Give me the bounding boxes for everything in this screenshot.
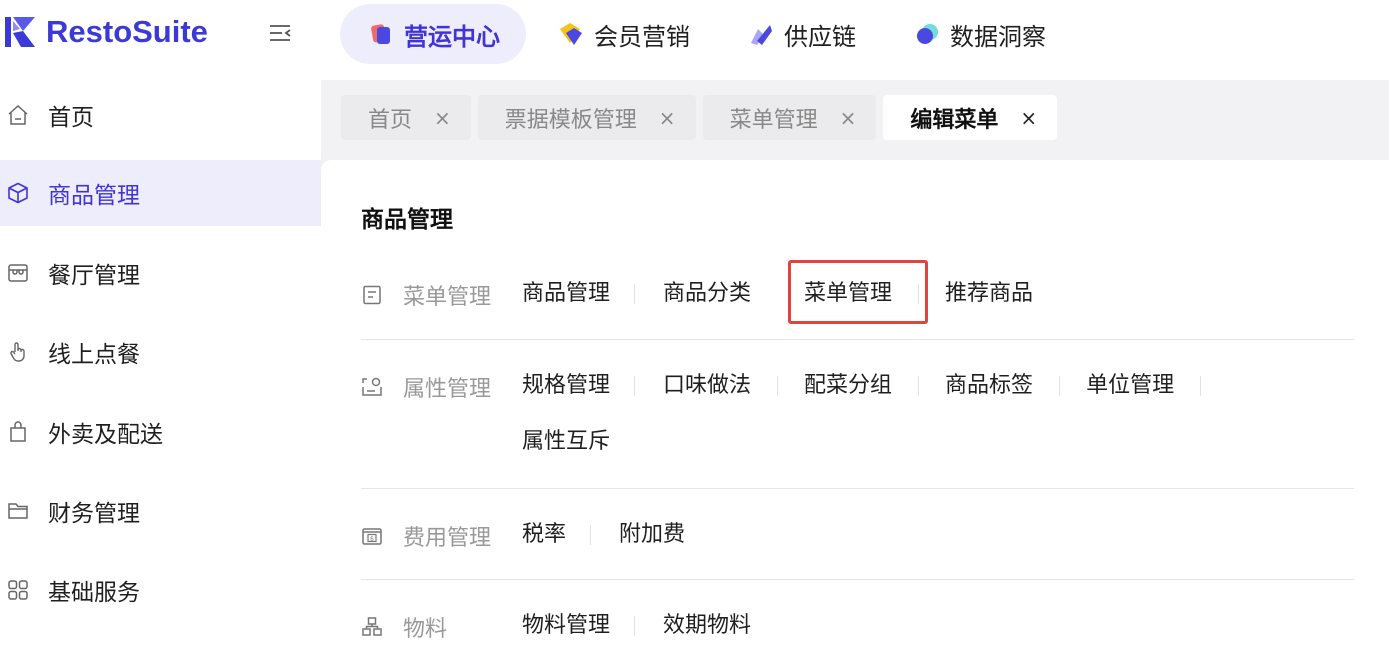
group-links: 税率 附加费	[522, 520, 1322, 550]
link-product-management[interactable]: 商品管理	[522, 279, 610, 309]
sidebar-item-label: 财务管理	[48, 501, 140, 527]
link-unit-management[interactable]: 单位管理	[1086, 371, 1174, 401]
group-head: 属性管理	[361, 371, 491, 403]
attribute-icon	[362, 377, 382, 396]
sidebar-item-label: 外卖及配送	[48, 422, 163, 448]
supply-chain-icon	[751, 25, 772, 45]
sidebar-item-home[interactable]: 首页	[0, 82, 321, 148]
sidebar-item-basic-services[interactable]: 基础服务	[0, 557, 321, 623]
group-links: 商品管理 商品分类 菜单管理 推荐商品	[522, 279, 1322, 309]
tab-label: 编辑菜单	[910, 107, 999, 133]
group-materials: 物料 物料管理 效期物料	[361, 611, 1354, 651]
topnav-data-insight[interactable]: 数据洞察	[886, 4, 1072, 64]
top-navigation: 营运中心 会员营销 供应链 数据洞察	[340, 4, 1076, 64]
close-icon[interactable]: ×	[659, 106, 676, 130]
tab-receipt-template[interactable]: 票据模板管理 ×	[477, 95, 696, 140]
tab-home[interactable]: 首页 ×	[341, 95, 471, 140]
link-tax-rate[interactable]: 税率	[522, 520, 566, 550]
divider	[590, 525, 592, 545]
restosuite-logo-icon	[5, 17, 35, 47]
panel-title: 商品管理	[361, 207, 453, 233]
divider	[777, 376, 779, 396]
group-head: 菜单管理	[361, 279, 491, 311]
folder-icon	[8, 503, 28, 519]
tab-menu-management[interactable]: 菜单管理 ×	[702, 95, 877, 140]
group-label: 属性管理	[403, 377, 492, 402]
divider	[634, 616, 636, 636]
grid-icon	[8, 580, 28, 600]
sidebar-item-label: 基础服务	[48, 580, 140, 606]
group-menu-management: 菜单管理 商品管理 商品分类 菜单管理 推荐商品	[361, 260, 1354, 324]
member-marketing-icon	[560, 23, 582, 45]
divider	[918, 376, 920, 396]
page-tabs: 首页 × 票据模板管理 × 菜单管理 × 编辑菜单 ×	[341, 95, 1064, 140]
tab-label: 票据模板管理	[504, 107, 637, 133]
sidebar-collapse-button[interactable]	[268, 22, 294, 44]
close-icon[interactable]: ×	[840, 106, 857, 130]
tab-edit-menu[interactable]: 编辑菜单 ×	[883, 95, 1058, 140]
store-icon	[8, 264, 28, 282]
sidebar-item-finance[interactable]: 财务管理	[0, 478, 321, 544]
svg-text:$: $	[370, 535, 374, 543]
group-head: 物料	[361, 611, 447, 643]
divider	[1059, 376, 1061, 396]
material-icon	[362, 617, 382, 636]
menu-collapse-icon	[270, 25, 291, 41]
link-attribute-exclusion[interactable]: 属性互斥	[522, 427, 1322, 457]
group-fee-management: $ 费用管理 税率 附加费	[361, 520, 1354, 560]
divider	[634, 376, 636, 396]
sidebar-item-label: 首页	[48, 105, 94, 131]
link-menu-management[interactable]: 菜单管理	[804, 279, 892, 309]
link-surcharge[interactable]: 附加费	[619, 520, 685, 550]
brand-name: RestoSuite	[46, 14, 208, 49]
topnav-member-marketing[interactable]: 会员营销	[530, 4, 716, 64]
product-management-panel: 商品管理 菜单管理 商品管理 商品分类 菜单管理 推荐商品 属性管理 规格管理 …	[321, 160, 1389, 642]
top-bar: RestoSuite 营运中心 会员营销 供应链 数据洞察	[0, 0, 1389, 68]
tab-label: 菜单管理	[729, 107, 818, 133]
group-head: $ 费用管理	[361, 520, 491, 552]
group-label: 费用管理	[403, 526, 492, 551]
document-icon	[363, 285, 381, 305]
sidebar-item-label: 餐厅管理	[48, 263, 140, 289]
hand-pointer-icon	[10, 342, 25, 362]
divider	[634, 284, 636, 304]
cube-icon	[8, 182, 28, 204]
close-icon[interactable]: ×	[1020, 106, 1037, 130]
divider	[1200, 376, 1202, 396]
tab-label: 首页	[368, 107, 413, 133]
close-icon[interactable]: ×	[434, 106, 451, 130]
group-label: 物料	[403, 617, 448, 642]
link-side-dish-groups[interactable]: 配菜分组	[804, 371, 892, 401]
operations-icon	[371, 24, 390, 44]
link-recommended-products[interactable]: 推荐商品	[945, 279, 1033, 309]
sidebar-item-restaurant-management[interactable]: 餐厅管理	[0, 240, 321, 306]
topnav-operations[interactable]: 营运中心	[340, 4, 526, 64]
sidebar-item-delivery[interactable]: 外卖及配送	[0, 399, 321, 465]
data-insight-icon	[917, 24, 938, 44]
link-product-category[interactable]: 商品分类	[663, 279, 751, 309]
brand-logo[interactable]: RestoSuite	[4, 14, 208, 50]
link-spec-management[interactable]: 规格管理	[522, 371, 610, 401]
link-product-tags[interactable]: 商品标签	[945, 371, 1033, 401]
link-flavor-methods[interactable]: 口味做法	[663, 371, 751, 401]
divider	[361, 579, 1354, 580]
sidebar-item-online-ordering[interactable]: 线上点餐	[0, 319, 321, 385]
home-icon	[8, 104, 28, 125]
divider	[361, 339, 1354, 340]
sidebar: 首页 商品管理 餐厅管理 线上点餐 外卖及配送 财务管理 基础服务	[0, 68, 321, 637]
divider	[918, 284, 920, 304]
group-label: 菜单管理	[403, 285, 492, 310]
bag-icon	[10, 421, 26, 442]
group-links: 规格管理 口味做法 配菜分组 商品标签 单位管理 属性互斥	[522, 371, 1322, 457]
sidebar-item-label: 商品管理	[48, 183, 140, 209]
sidebar-item-label: 线上点餐	[48, 342, 140, 368]
sidebar-item-product-management[interactable]: 商品管理	[0, 160, 321, 226]
group-attribute-management: 属性管理 规格管理 口味做法 配菜分组 商品标签 单位管理 属性互斥	[361, 371, 1354, 461]
topnav-supply-chain[interactable]: 供应链	[720, 4, 882, 64]
divider	[361, 488, 1354, 489]
money-icon: $	[362, 528, 382, 545]
